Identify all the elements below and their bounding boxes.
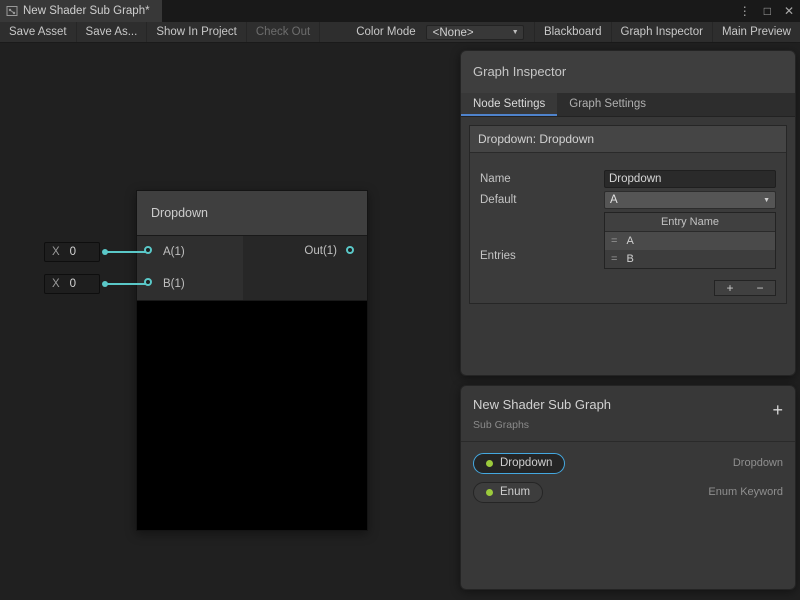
graph-inspector-panel: Graph Inspector Node Settings Graph Sett… [460,50,796,376]
window-controls: ⋮ □ ✕ [739,0,794,22]
blackboard-title: New Shader Sub Graph [473,397,783,412]
blackboard-item-dropdown[interactable]: Dropdown [473,453,565,474]
name-field-input[interactable] [604,170,776,188]
slot-field-a[interactable]: X 0 [44,242,100,262]
remove-entry-button[interactable]: − [745,281,775,295]
property-dot-icon [486,489,493,496]
node-body: A(1) B(1) Out(1) [137,236,367,300]
entry-name: B [626,253,633,265]
save-as-button[interactable]: Save As... [77,22,148,42]
chevron-down-icon: ▼ [512,29,519,36]
blackboard-panel: New Shader Sub Graph Sub Graphs + Dropdo… [460,385,796,590]
blackboard-header: New Shader Sub Graph Sub Graphs + [461,386,795,442]
blackboard-item-type: Enum Keyword [708,486,783,498]
drag-handle-icon[interactable]: = [611,235,617,247]
chevron-down-icon: ▼ [763,197,770,204]
edge-b[interactable] [107,283,146,285]
main-preview-toggle-button[interactable]: Main Preview [712,22,800,42]
blackboard-row: Enum Enum Keyword [473,481,783,503]
shader-graph-icon [6,5,18,17]
blackboard-subtitle: Sub Graphs [473,419,783,431]
name-field-label: Name [480,173,511,185]
graph-inspector-toggle-button[interactable]: Graph Inspector [611,22,712,42]
slot-value-b[interactable]: 0 [70,278,76,290]
close-icon[interactable]: ✕ [784,4,794,18]
add-entry-button[interactable]: + [715,281,745,295]
show-in-project-button[interactable]: Show In Project [147,22,247,42]
default-field-label: Default [480,194,516,206]
inspector-title: Graph Inspector [473,64,566,79]
output-label: Out(1) [304,245,337,257]
entry-name: A [626,235,633,247]
color-mode-dropdown[interactable]: <None> ▼ [426,25,524,40]
title-bar: New Shader Sub Graph* ⋮ □ ✕ [0,0,800,22]
node-preview [137,300,367,530]
check-out-button: Check Out [247,22,320,42]
blackboard-item-label: Dropdown [500,457,552,469]
section-body: Name Default A ▼ Entries Entry Name = A … [470,153,786,303]
tab-node-settings[interactable]: Node Settings [461,93,557,116]
toolbar-right-group: Blackboard Graph Inspector Main Preview [534,22,800,42]
node-header[interactable]: Dropdown [137,191,367,236]
node-title: Dropdown [151,206,208,220]
entries-list: Entry Name = A = B [604,212,776,269]
slot-value-a[interactable]: 0 [70,246,76,258]
blackboard-item-enum[interactable]: Enum [473,482,543,503]
toolbar: Save Asset Save As... Show In Project Ch… [0,22,800,43]
blackboard-item-type: Dropdown [733,457,783,469]
drag-handle-icon[interactable]: = [611,253,617,265]
document-tab-title: New Shader Sub Graph* [23,5,150,17]
entries-field-label: Entries [480,250,516,262]
section-title: Dropdown: Dropdown [470,126,786,153]
default-dropdown[interactable]: A ▼ [604,191,776,209]
input-port-row: A(1) [137,236,243,268]
blackboard-rows: Dropdown Dropdown Enum Enum Keyword [461,442,795,520]
blackboard-item-label: Enum [500,486,530,498]
color-mode-value: <None> [433,27,474,39]
input-b-label: B(1) [163,278,185,290]
input-port-row: B(1) [137,268,243,300]
document-tab[interactable]: New Shader Sub Graph* [0,0,162,22]
entries-list-footer: + − [714,280,776,296]
add-property-button[interactable]: + [772,401,783,419]
axis-label: X [52,246,60,258]
blackboard-toggle-button[interactable]: Blackboard [534,22,611,42]
window-menu-icon[interactable]: ⋮ [739,4,751,18]
tab-graph-settings[interactable]: Graph Settings [557,93,658,116]
shader-graph-window: New Shader Sub Graph* ⋮ □ ✕ Save Asset S… [0,0,800,600]
output-port-out[interactable] [346,246,354,254]
entries-row[interactable]: = B [605,250,775,268]
edge-a[interactable] [107,251,146,253]
input-port-b[interactable] [144,278,152,286]
color-mode-label: Color Mode [348,22,423,42]
maximize-icon[interactable]: □ [764,4,771,18]
axis-label: X [52,278,60,290]
slot-field-b[interactable]: X 0 [44,274,100,294]
entries-list-header: Entry Name [605,213,775,232]
inspector-header: Graph Inspector [461,51,795,93]
save-asset-button[interactable]: Save Asset [0,22,77,42]
node-input-column: A(1) B(1) [137,236,243,300]
input-port-a[interactable] [144,246,152,254]
blackboard-row: Dropdown Dropdown [473,452,783,474]
node-settings-section: Dropdown: Dropdown Name Default A ▼ Entr… [469,125,787,304]
entries-row[interactable]: = A [605,232,775,250]
input-a-label: A(1) [163,246,185,258]
dropdown-node[interactable]: Dropdown A(1) B(1) Out(1) [136,190,368,531]
default-dropdown-value: A [610,194,618,206]
inspector-tabs: Node Settings Graph Settings [461,93,795,117]
property-dot-icon [486,460,493,467]
